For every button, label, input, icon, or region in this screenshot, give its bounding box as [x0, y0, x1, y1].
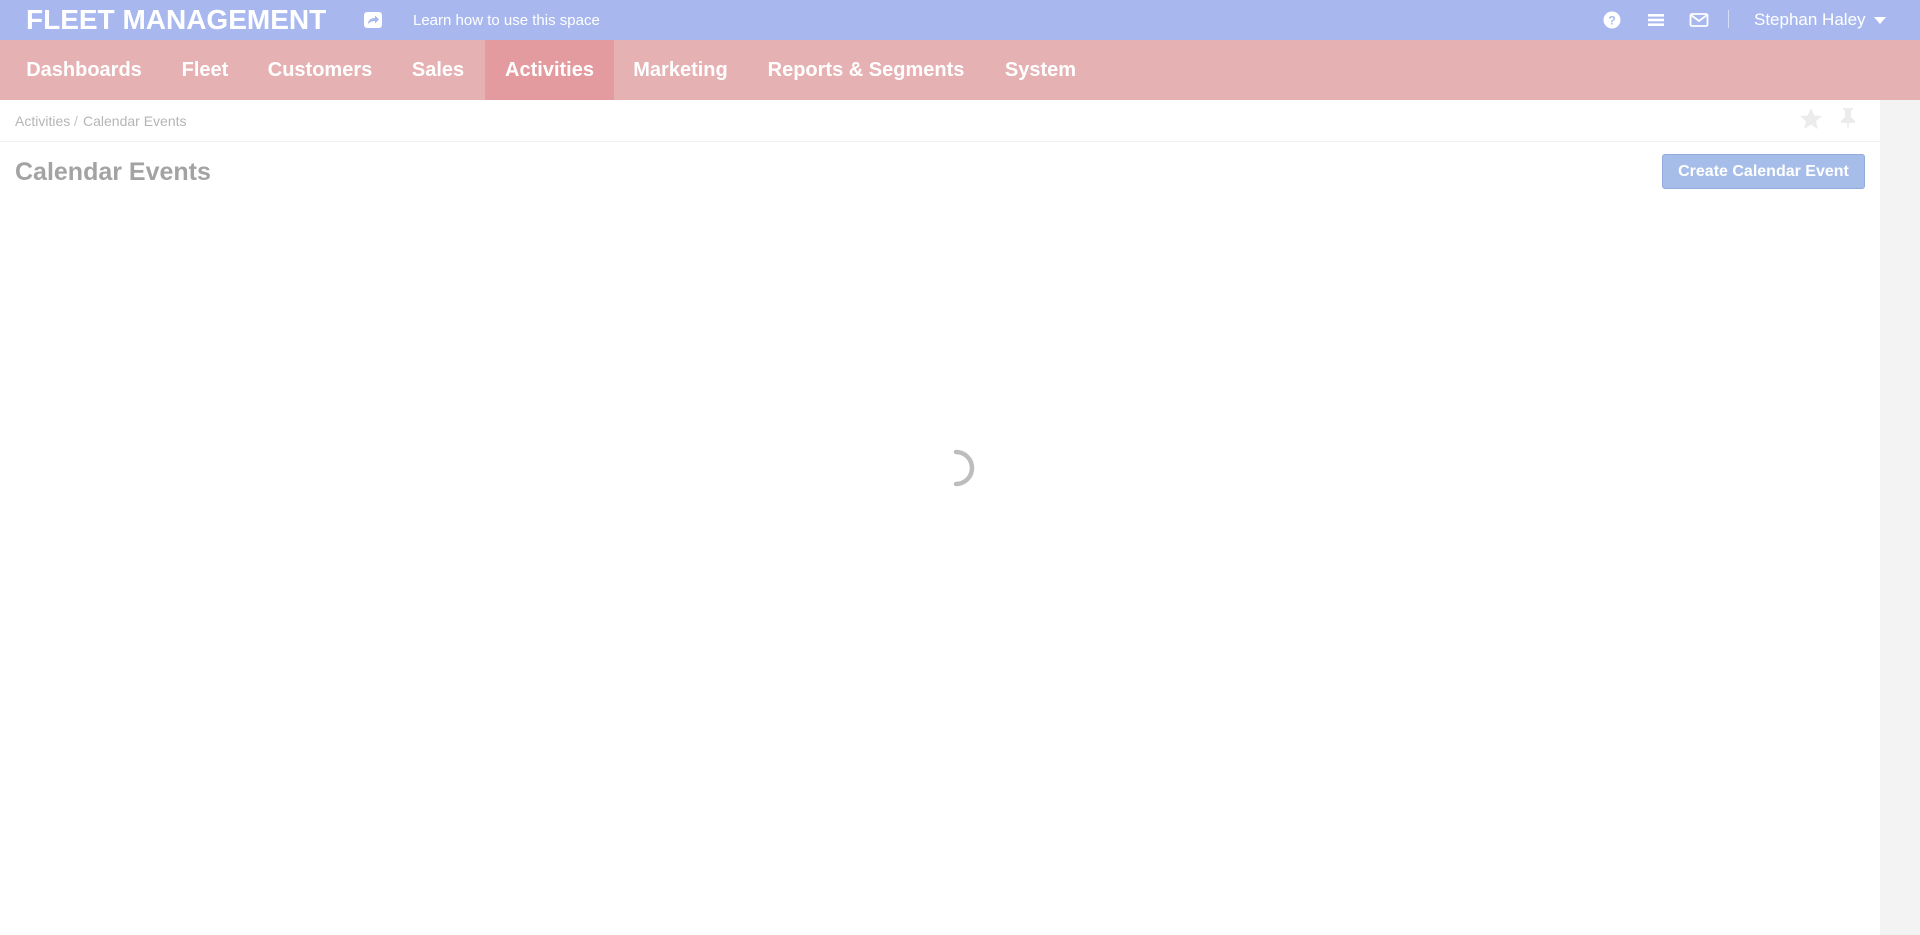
nav-item-dashboards[interactable]: Dashboards	[6, 40, 162, 100]
caret-down-icon	[1873, 16, 1886, 24]
top-bar: FLEET MANAGEMENT Learn how to use this s…	[0, 0, 1920, 40]
loading-spinner-icon	[948, 446, 982, 490]
topbar-divider	[1728, 10, 1729, 28]
star-icon[interactable]	[1798, 106, 1824, 132]
nav-item-activities[interactable]: Activities	[485, 40, 614, 100]
breadcrumb-item-calendar-events: Calendar Events	[83, 113, 187, 129]
app-logo[interactable]: FLEET MANAGEMENT	[26, 4, 326, 36]
nav-item-system[interactable]: System	[985, 40, 1096, 100]
pin-icon[interactable]	[1838, 106, 1858, 132]
help-icon[interactable]: ?	[1601, 9, 1623, 31]
breadcrumb: Activities / Calendar Events	[0, 100, 1880, 142]
nav-item-reports-segments[interactable]: Reports & Segments	[747, 40, 985, 100]
breadcrumb-item-activities[interactable]: Activities	[15, 113, 70, 129]
mail-icon[interactable]	[1688, 9, 1710, 31]
share-icon[interactable]	[363, 11, 383, 29]
user-name: Stephan Haley	[1754, 10, 1866, 29]
main-nav: Dashboards Fleet Customers Sales Activit…	[0, 40, 1920, 100]
learn-how-link[interactable]: Learn how to use this space	[413, 12, 600, 29]
menu-icon[interactable]	[1645, 9, 1667, 31]
create-calendar-event-button[interactable]: Create Calendar Event	[1662, 154, 1865, 189]
nav-item-sales[interactable]: Sales	[392, 40, 484, 100]
user-menu[interactable]: Stephan Haley	[1754, 10, 1886, 30]
scrollbar-track[interactable]	[1880, 100, 1920, 935]
svg-text:?: ?	[1608, 14, 1615, 28]
nav-item-customers[interactable]: Customers	[248, 40, 392, 100]
nav-item-marketing[interactable]: Marketing	[614, 40, 747, 100]
breadcrumb-separator: /	[74, 113, 78, 129]
nav-item-fleet[interactable]: Fleet	[162, 40, 248, 100]
page-title: Calendar Events	[15, 158, 211, 186]
